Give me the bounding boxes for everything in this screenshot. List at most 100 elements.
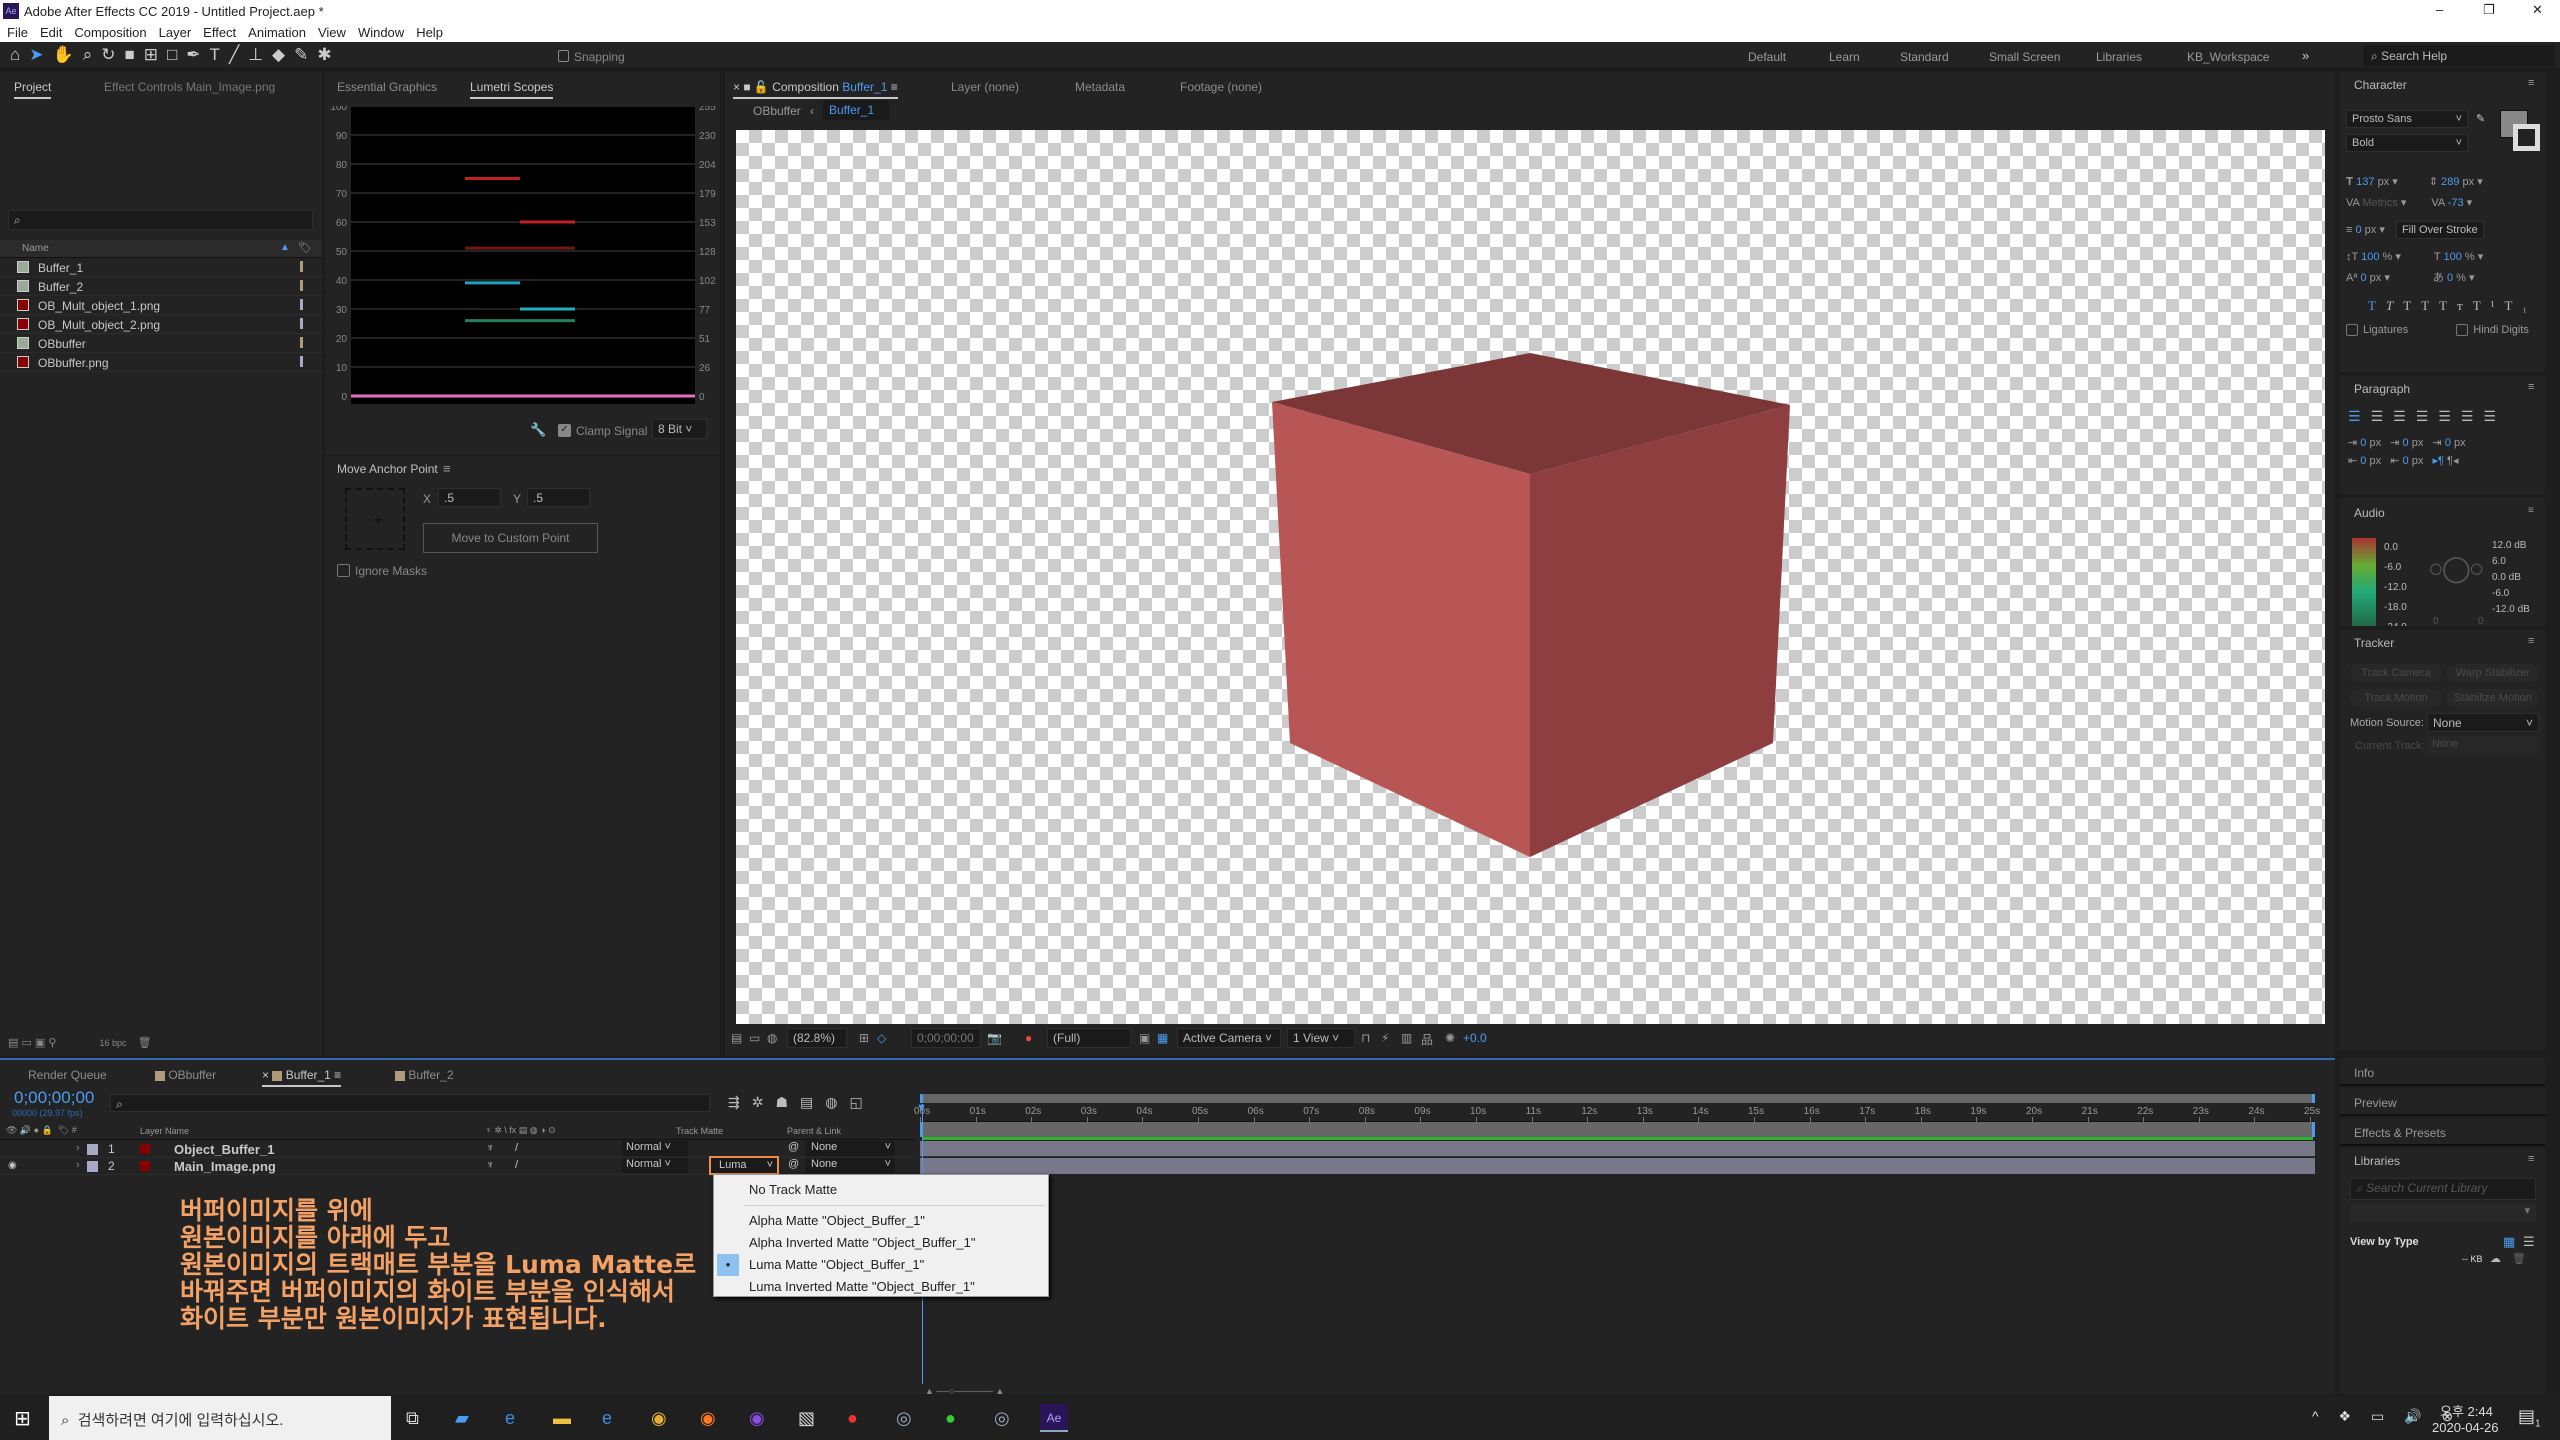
panel-menu-icon[interactable]: ≡ [2528, 381, 2534, 393]
resolution-select[interactable]: (Full) [1047, 1028, 1131, 1048]
graph-editor-icon[interactable]: ◱ [849, 1094, 874, 1110]
rectangle-tool-icon[interactable]: □ [167, 45, 186, 64]
anchor-grid[interactable]: + [345, 488, 405, 550]
app-icon-1[interactable]: ▰ [455, 1408, 469, 1429]
panel-menu-icon[interactable]: ≡ [2528, 635, 2534, 647]
camera-select[interactable]: Active Camera ˅ [1177, 1028, 1281, 1048]
trash-icon[interactable]: 🗑 [2512, 1252, 2526, 1265]
project-search-input[interactable]: ⌕ [8, 210, 313, 230]
rtl-icon[interactable]: ¶◂ [2447, 455, 2458, 467]
tab-footage[interactable]: Footage (none) [1180, 80, 1262, 94]
align-left-icon[interactable]: ☰ [2348, 408, 2371, 424]
layer-row[interactable]: ◉ › 2 Main_Image.png ♆ / Normal ˅ @ None… [0, 1156, 915, 1175]
composition-viewer[interactable] [736, 130, 2325, 1024]
breadcrumb-obbuffer[interactable]: OBbuffer [753, 104, 801, 118]
tab-layer[interactable]: Layer (none) [951, 80, 1019, 94]
matte-menu-item[interactable]: • Luma Matte "Object_Buffer_1" [714, 1254, 1048, 1276]
column-parent[interactable]: Parent & Link [787, 1126, 841, 1136]
project-item[interactable]: OB_Mult_object_1.png [0, 296, 322, 315]
project-item[interactable]: OBbuffer [0, 334, 322, 353]
column-name[interactable]: Name [22, 243, 49, 254]
mask-visibility-icon[interactable]: ◍ [767, 1031, 777, 1045]
grid-view-icon[interactable]: ▦ [2503, 1234, 2515, 1250]
parent-select[interactable]: None ˅ [805, 1141, 895, 1156]
current-time[interactable]: 0;00;00;00 [14, 1088, 94, 1108]
track-matte-select[interactable]: Luma ˅ [709, 1156, 779, 1175]
column-track-matte[interactable]: Track Matte [676, 1126, 723, 1136]
stroke-color-swatch[interactable] [2513, 124, 2540, 151]
eraser-tool-icon[interactable]: ◆ [272, 45, 294, 64]
ltr-icon[interactable]: ▸¶ [2433, 455, 2444, 467]
tab-metadata[interactable]: Metadata [1075, 80, 1125, 94]
reset-exposure-icon[interactable]: ✺ [1445, 1031, 1455, 1045]
blend-mode-select[interactable]: Normal ˅ [622, 1141, 688, 1156]
space-before-value[interactable]: 0 [2403, 437, 2409, 449]
roto-tool-icon[interactable]: ✎ [294, 45, 317, 64]
delete-icon[interactable]: 🗑 [138, 1037, 152, 1049]
project-item[interactable]: Buffer_2 [0, 277, 322, 296]
new-folder-icon[interactable]: ▭ [21, 1037, 34, 1049]
pan-behind-icon[interactable]: ⊞ [144, 45, 167, 64]
audio-sliders[interactable]: ○◯○ [2428, 553, 2484, 584]
matte-menu-item[interactable]: Alpha Matte "Object_Buffer_1" [714, 1210, 1048, 1232]
layer-bar-2[interactable] [920, 1158, 2315, 1174]
workspace-libraries[interactable]: Libraries [2096, 50, 2142, 64]
tab-buffer-1[interactable]: × Buffer_1 ≡ [262, 1068, 342, 1087]
label-color[interactable] [300, 261, 303, 272]
magnification-select[interactable]: (82.8%) [787, 1028, 847, 1048]
layer-search-input[interactable]: ⌕ [110, 1094, 710, 1112]
justify-right-icon[interactable]: ☰ [2461, 408, 2484, 424]
close-button[interactable]: ✕ [2532, 2, 2543, 18]
sort-ascending-icon[interactable]: ▲ [280, 242, 290, 253]
rotate-tool-icon[interactable]: ↻ [101, 45, 124, 64]
tab-effect-controls[interactable]: Effect Controls Main_Image.png [104, 80, 275, 94]
x-field[interactable] [438, 488, 501, 507]
always-preview-icon[interactable]: ▤ [731, 1031, 742, 1045]
tab-essential-graphics[interactable]: Essential Graphics [337, 80, 437, 94]
tab-composition[interactable]: × ■ 🔓 Composition Buffer_1 ≡ [733, 80, 898, 99]
wrench-icon[interactable]: 🔧 [530, 422, 546, 438]
motion-blur-icon[interactable]: ◍ [825, 1094, 849, 1110]
panel-menu-icon[interactable]: ≡ [2528, 1153, 2534, 1165]
edge-icon[interactable]: e [505, 1408, 515, 1429]
project-item[interactable]: OBbuffer.png [0, 353, 322, 372]
hand-tool-icon[interactable]: ✋ [53, 45, 83, 64]
project-item[interactable]: OB_Mult_object_2.png [0, 315, 322, 334]
tab-obbuffer[interactable]: OBbuffer [155, 1068, 216, 1082]
justify-center-icon[interactable]: ☰ [2438, 408, 2461, 424]
clock-time[interactable]: 오후 2:44 [2440, 1401, 2493, 1420]
exposure-value[interactable]: +0.0 [1463, 1031, 1487, 1045]
tsume-value[interactable]: 0 [2447, 272, 2453, 284]
list-view-icon[interactable]: ☰ [2523, 1234, 2535, 1250]
align-center-icon[interactable]: ☰ [2371, 408, 2394, 424]
app-icon-4[interactable]: ● [847, 1408, 858, 1429]
menu-composition[interactable]: Composition [74, 25, 146, 40]
menu-window[interactable]: Window [358, 25, 404, 40]
panel-menu-icon[interactable]: ≡ [2528, 505, 2534, 516]
frame-blending-icon[interactable]: ▤ [800, 1094, 825, 1110]
quality-switch-icon[interactable]: / [515, 1142, 518, 1154]
motion-source-select[interactable]: None ˅ [2427, 713, 2539, 732]
tab-lumetri-scopes[interactable]: Lumetri Scopes [470, 80, 554, 99]
work-area-bar[interactable] [920, 1094, 2315, 1103]
fast-previews-icon[interactable]: ▣ [1139, 1031, 1150, 1045]
workspace-learn[interactable]: Learn [1829, 50, 1860, 64]
file-explorer-icon[interactable]: ▬ [553, 1408, 571, 1429]
label-color[interactable] [300, 356, 303, 367]
time-ruler[interactable]: 00s01s02s03s04s05s06s07s08s09s10s11s12s1… [914, 1104, 2320, 1122]
matte-menu-item[interactable]: No Track Matte [714, 1179, 1048, 1201]
faux-bold-button[interactable]: T [2368, 298, 2386, 313]
vertical-scale-value[interactable]: 100 [2361, 251, 2379, 263]
font-family-select[interactable]: Prosto Sans ˅ [2346, 110, 2468, 128]
tab-project[interactable]: Project [14, 80, 52, 99]
app-icon-3[interactable]: ▧ [798, 1408, 815, 1429]
track-motion-button[interactable]: Track Motion [2350, 689, 2442, 707]
chrome-icon[interactable]: ◉ [651, 1408, 667, 1429]
puppet-tool-icon[interactable]: ✱ [317, 45, 340, 64]
workspace-standard[interactable]: Standard [1900, 50, 1949, 64]
current-time-display[interactable]: 0;00;00;00 [911, 1028, 981, 1048]
maximize-button[interactable]: ❐ [2483, 2, 2495, 18]
layer-name[interactable]: Object_Buffer_1 [174, 1142, 274, 1157]
clock-date[interactable]: 2020-04-26 [2432, 1420, 2499, 1435]
all-caps-button[interactable]: TT [2403, 298, 2439, 313]
